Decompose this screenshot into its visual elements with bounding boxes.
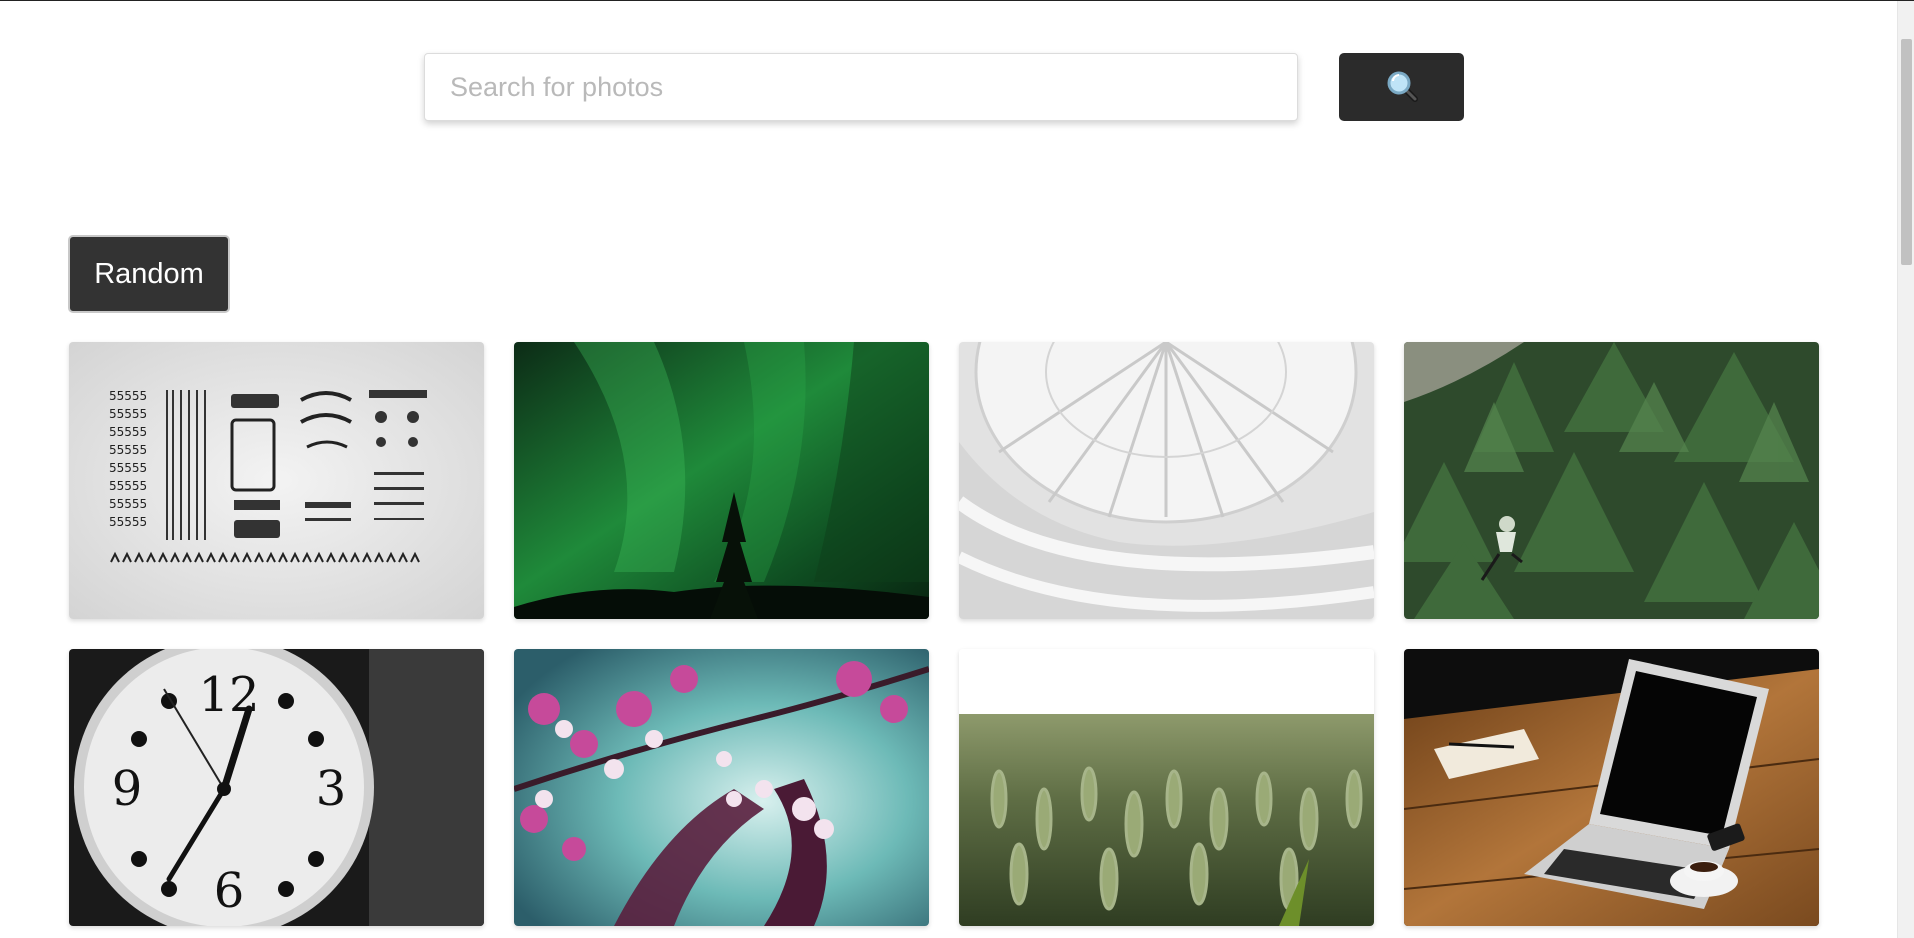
search-button[interactable]	[1339, 53, 1464, 121]
scrollbar-thumb[interactable]	[1901, 39, 1912, 265]
vertical-scrollbar[interactable]	[1897, 1, 1914, 938]
photo-cyclist-forest[interactable]	[1404, 342, 1819, 619]
svg-text:6: 6	[214, 863, 245, 919]
photo-atrium[interactable]	[959, 342, 1374, 619]
photo-clock[interactable]: 12 3 96	[69, 649, 484, 926]
svg-text:55555: 55555	[109, 515, 147, 529]
svg-text:55555: 55555	[109, 425, 147, 439]
photo-wheat-field[interactable]	[959, 649, 1374, 926]
svg-text:55555: 55555	[109, 389, 147, 403]
svg-text:55555: 55555	[109, 461, 147, 475]
svg-text:3: 3	[316, 761, 347, 817]
svg-text:55555: 55555	[109, 407, 147, 421]
photo-cherry-blossoms[interactable]	[514, 649, 929, 926]
svg-text:55555: 55555	[109, 443, 147, 457]
photo-typewriter-parts[interactable]: 55555 55555 55555 55555 55555 55555 55555 555…	[69, 342, 484, 619]
random-button[interactable]: Random	[68, 235, 230, 313]
photo-laptop-desk[interactable]	[1404, 649, 1819, 926]
photo-aurora[interactable]	[514, 342, 929, 619]
magnifier-icon	[1385, 69, 1419, 106]
search-input[interactable]	[424, 53, 1298, 121]
svg-text:9: 9	[112, 761, 143, 817]
svg-text:55555: 55555	[109, 479, 147, 493]
photo-grid: 55555 55555 55555 55555 55555 55555 55555 555…	[69, 342, 1819, 926]
svg-text:55555: 55555	[109, 497, 147, 511]
